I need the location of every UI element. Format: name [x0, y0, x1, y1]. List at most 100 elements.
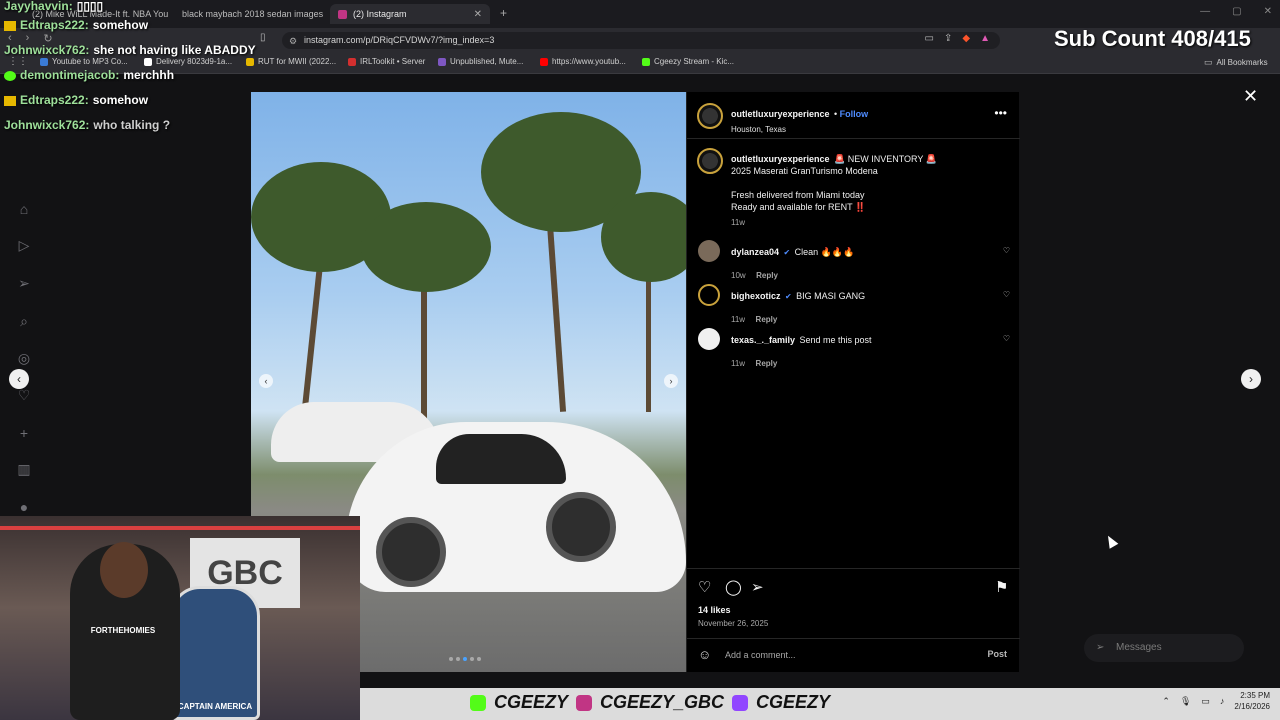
- emoji-icon[interactable]: ☺: [698, 647, 711, 662]
- profile-icon[interactable]: ●: [15, 498, 33, 516]
- led-strip: [0, 526, 360, 530]
- twitch-icon: [732, 694, 749, 711]
- screen: (2) Mike WiLL Made-It ft. NBA Young blac…: [0, 0, 1280, 720]
- chat-line: Johnwixck762: who talking ?: [4, 113, 256, 138]
- site-info-icon[interactable]: ⚙: [289, 33, 297, 50]
- like-comment-icon[interactable]: ♡: [1003, 246, 1010, 255]
- comment-username[interactable]: texas._._family: [731, 335, 795, 345]
- social-handle: CGEEZY: [494, 692, 569, 712]
- kick-icon: [470, 694, 486, 711]
- prev-post-icon[interactable]: ‹: [9, 369, 29, 389]
- divider: [687, 638, 1020, 639]
- tab-instagram[interactable]: (2) Instagram ✕: [330, 4, 490, 24]
- sub-count-overlay: Sub Count 408/415: [1054, 26, 1251, 51]
- url-field[interactable]: ⚙ instagram.com/p/DRiqCFVDWv7/?img_index…: [282, 32, 1000, 49]
- reply-button[interactable]: Reply: [756, 271, 778, 280]
- avatar[interactable]: [698, 284, 720, 306]
- avatar[interactable]: [698, 328, 720, 350]
- carousel-dot-active: [463, 657, 467, 661]
- add-comment-input[interactable]: Add a comment...: [725, 650, 796, 660]
- post-header: outletluxuryexperience • Follow Houston,…: [731, 104, 868, 134]
- all-bookmarks[interactable]: ▭ All Bookmarks: [1204, 57, 1268, 68]
- minimize-icon[interactable]: —: [1200, 6, 1210, 17]
- avatar[interactable]: [697, 148, 723, 174]
- carousel-next-icon[interactable]: ›: [664, 374, 678, 388]
- direct-icon[interactable]: ➢: [15, 274, 33, 292]
- comment-age: 10w: [731, 271, 746, 280]
- microphone-icon[interactable]: 🎙: [1180, 696, 1191, 707]
- clock-time: 2:35 PM: [1240, 691, 1270, 700]
- more-options-icon[interactable]: •••: [994, 106, 1007, 120]
- bookmark-icon[interactable]: ▯: [260, 32, 266, 43]
- carousel-dot: [477, 657, 481, 661]
- bookmark-item[interactable]: RUT for MWII (2022...: [246, 57, 336, 66]
- network-icon[interactable]: ▭: [1201, 696, 1210, 707]
- chat-line: Johnwixck762: she not having like ABADDY: [4, 38, 256, 63]
- dashboard-icon[interactable]: ▥: [15, 460, 33, 478]
- new-tab-icon[interactable]: +: [500, 6, 507, 20]
- chat-line: demontimejacob: merchhh: [4, 63, 256, 88]
- caption-age: 11w: [731, 218, 746, 227]
- reply-button[interactable]: Reply: [756, 359, 778, 368]
- post-username[interactable]: outletluxuryexperience: [731, 109, 830, 119]
- post-comment-button[interactable]: Post: [987, 649, 1007, 659]
- home-icon[interactable]: ⌂: [15, 200, 33, 218]
- verified-badge-icon: ✔: [783, 248, 791, 257]
- chat-user: Johnwixck762:: [4, 43, 90, 57]
- messages-pill[interactable]: ➢ Messages: [1084, 634, 1244, 662]
- wheel: [376, 517, 446, 587]
- avatar[interactable]: [697, 103, 723, 129]
- bookmark-item[interactable]: https://www.youtub...: [540, 57, 626, 66]
- gaming-chair: [170, 586, 260, 720]
- share-icon[interactable]: ➢: [751, 578, 764, 596]
- reply-button[interactable]: Reply: [756, 315, 778, 324]
- clock[interactable]: 2:35 PM 2/16/2026: [1234, 690, 1270, 712]
- like-comment-icon[interactable]: ♡: [1003, 290, 1010, 299]
- like-comment-icon[interactable]: ♡: [1003, 334, 1010, 343]
- comment-icon[interactable]: ◯: [725, 578, 742, 596]
- carousel-prev-icon[interactable]: ‹: [259, 374, 273, 388]
- like-icon[interactable]: ♡: [698, 578, 711, 596]
- comment-text: Clean 🔥🔥🔥: [794, 247, 855, 257]
- bookmark-item[interactable]: Unpublished, Mute...: [438, 57, 523, 66]
- chat-message: she not having like ABADDY: [93, 43, 256, 57]
- share-icon[interactable]: ⇪: [944, 33, 952, 44]
- save-icon[interactable]: ⚑: [995, 578, 1008, 596]
- likes-count[interactable]: 14 likes: [698, 605, 731, 615]
- close-window-icon[interactable]: ✕: [1264, 6, 1272, 17]
- reels-icon[interactable]: ▷: [15, 236, 33, 254]
- cast-icon[interactable]: ▭: [925, 33, 934, 44]
- search-icon[interactable]: ⌕: [15, 312, 33, 330]
- brave-shields-icon[interactable]: ◆: [962, 33, 970, 44]
- next-post-icon[interactable]: ›: [1241, 369, 1261, 389]
- explore-icon[interactable]: ◎: [15, 349, 33, 367]
- bookmark-favicon: [642, 57, 650, 66]
- bookmark-item[interactable]: Cgeezy Stream - Kic...: [642, 57, 734, 66]
- streamer-head: [100, 542, 148, 598]
- comment-username[interactable]: dylanzea04: [731, 247, 779, 257]
- caption-username[interactable]: outletluxuryexperience: [731, 154, 830, 164]
- social-handle: CGEEZY_GBC: [600, 692, 725, 712]
- close-tab-icon[interactable]: ✕: [474, 9, 482, 20]
- avatar[interactable]: [698, 240, 720, 262]
- carousel-dot: [449, 657, 453, 661]
- comment-username[interactable]: bighexoticz: [731, 291, 781, 301]
- url-text: instagram.com/p/DRiqCFVDWv7/?img_index=3: [304, 35, 495, 45]
- crown-badge-icon: [4, 95, 16, 106]
- wheel: [546, 492, 616, 562]
- post-location[interactable]: Houston, Texas: [731, 125, 868, 134]
- bookmark-favicon: [348, 57, 356, 66]
- volume-icon[interactable]: ♪: [1220, 696, 1225, 706]
- follow-button[interactable]: Follow: [840, 109, 869, 119]
- bookmark-item[interactable]: IRLToolkit • Server: [348, 57, 425, 66]
- tray-chevron-icon[interactable]: ⌃: [1162, 696, 1170, 707]
- close-modal-icon[interactable]: ✕: [1243, 86, 1258, 107]
- maximize-icon[interactable]: ▢: [1232, 6, 1241, 17]
- brave-rewards-icon[interactable]: ▲: [980, 33, 990, 44]
- chat-message: somehow: [92, 93, 149, 107]
- divider: [687, 138, 1020, 139]
- chat-message: merchhh: [123, 68, 175, 82]
- carousel-dot: [470, 657, 474, 661]
- instagram-icon: [338, 9, 347, 19]
- create-icon[interactable]: +: [15, 424, 33, 442]
